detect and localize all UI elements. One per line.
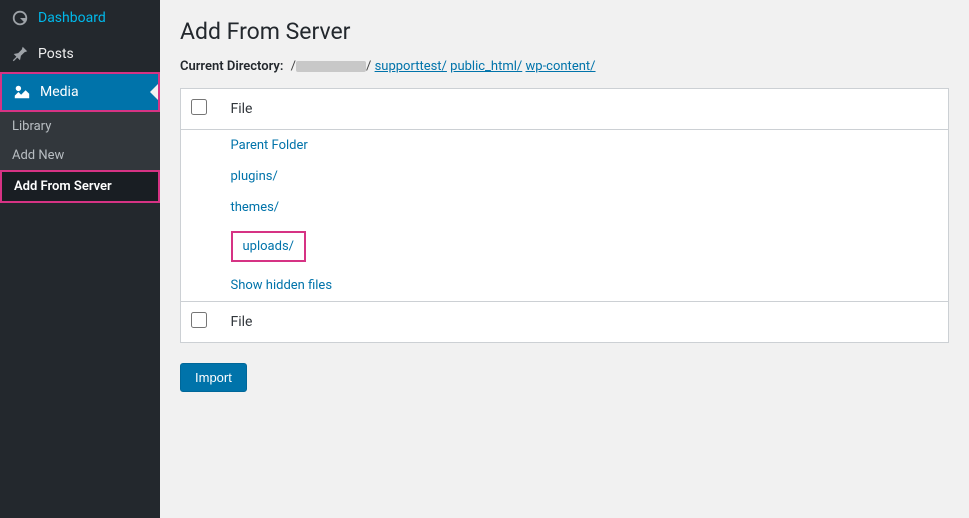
file-table: File Parent Folder plugins/ themes/	[180, 88, 949, 343]
menu-dashboard[interactable]: Dashboard	[0, 0, 160, 36]
table-row: uploads/	[181, 223, 949, 270]
breadcrumb-public-html[interactable]: public_html/	[450, 59, 522, 74]
table-col-file-footer: File	[221, 302, 949, 343]
table-row: themes/	[181, 192, 949, 223]
breadcrumb: Current Directory: // supporttest/ publi…	[180, 59, 949, 74]
link-uploads[interactable]: uploads/	[231, 231, 307, 262]
menu-dashboard-label: Dashboard	[38, 10, 106, 26]
link-show-hidden[interactable]: Show hidden files	[231, 278, 333, 293]
admin-sidebar: Dashboard Posts Media Library Add New Ad…	[0, 0, 160, 518]
table-row: plugins/	[181, 161, 949, 192]
menu-media-label: Media	[40, 84, 79, 100]
table-check-all-footer	[181, 302, 221, 343]
table-check-all-header	[181, 89, 221, 130]
submenu-library[interactable]: Library	[0, 112, 160, 141]
select-all-checkbox-top[interactable]	[191, 99, 207, 115]
menu-posts-label: Posts	[38, 46, 74, 62]
menu-posts[interactable]: Posts	[0, 36, 160, 72]
import-button[interactable]: Import	[180, 363, 247, 392]
link-themes[interactable]: themes/	[231, 200, 280, 215]
table-row: Parent Folder	[181, 130, 949, 162]
link-parent-folder[interactable]: Parent Folder	[231, 138, 308, 153]
select-all-checkbox-bottom[interactable]	[191, 312, 207, 328]
breadcrumb-redacted	[296, 61, 366, 72]
breadcrumb-wp-content[interactable]: wp-content/	[526, 59, 596, 74]
breadcrumb-supporttest[interactable]: supporttest/	[375, 59, 447, 74]
main-content: Add From Server Current Directory: // su…	[160, 0, 969, 518]
table-row: Show hidden files	[181, 270, 949, 302]
dashboard-icon	[10, 8, 30, 28]
submenu-add-new[interactable]: Add New	[0, 141, 160, 170]
menu-media[interactable]: Media	[2, 74, 158, 110]
pin-icon	[10, 44, 30, 64]
media-submenu: Library Add New Add From Server	[0, 112, 160, 203]
table-col-file-header: File	[221, 89, 949, 130]
page-title: Add From Server	[180, 18, 949, 45]
submenu-add-from-server[interactable]: Add From Server	[2, 172, 158, 201]
current-dir-label: Current Directory:	[180, 59, 283, 74]
media-icon	[12, 82, 32, 102]
link-plugins[interactable]: plugins/	[231, 169, 278, 184]
